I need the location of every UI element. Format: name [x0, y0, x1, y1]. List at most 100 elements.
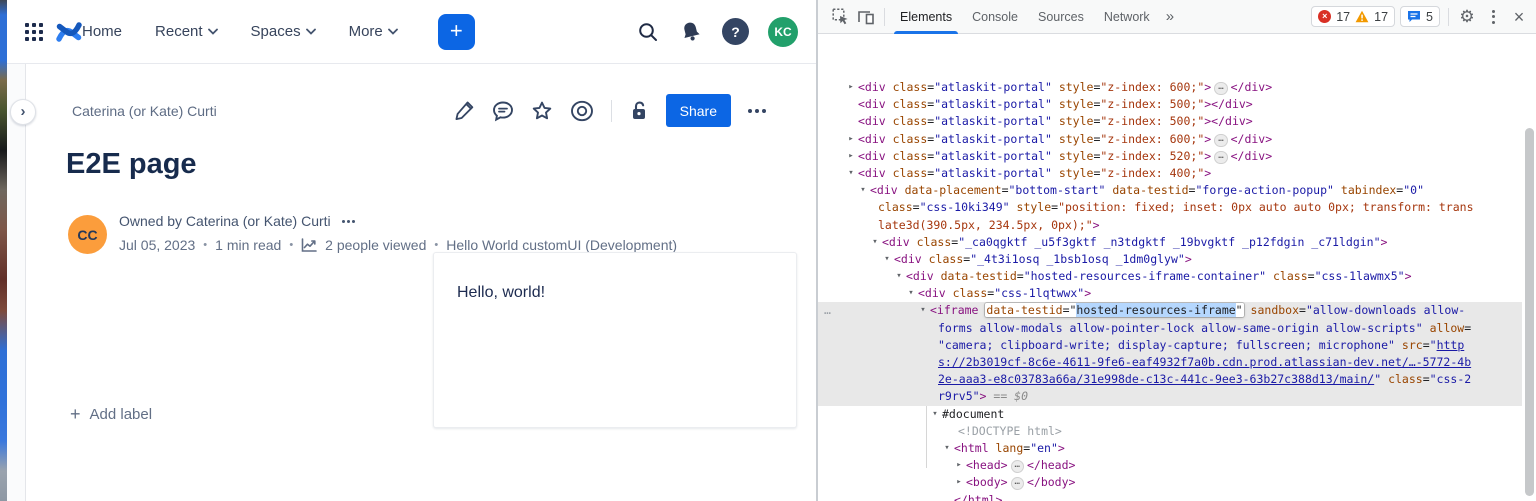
messages-badge[interactable]: 5: [1400, 6, 1440, 27]
collapse-arrow-icon[interactable]: ▾: [929, 406, 941, 423]
devtools-tree-line[interactable]: ▾ <div class="css-1lqtwwx">: [818, 285, 1522, 302]
comment-button[interactable]: [491, 99, 515, 123]
devtools-tree-line[interactable]: ▾ <div data-placement="bottom-start" data…: [818, 182, 1522, 199]
meta-date: Jul 05, 2023: [119, 237, 196, 253]
devtools-tree-line[interactable]: ▸ <div class="atlaskit-portal" style="z-i…: [818, 131, 1522, 148]
tab-network[interactable]: Network: [1094, 0, 1160, 34]
collapse-arrow-icon[interactable]: ▾: [857, 182, 869, 199]
owner-avatar[interactable]: CC: [68, 215, 107, 254]
question-mark-icon: ?: [722, 18, 749, 45]
devtools-tree-line[interactable]: </html>: [818, 492, 1522, 501]
plus-icon: +: [449, 17, 463, 43]
nav-item-spaces[interactable]: Spaces: [251, 23, 316, 40]
issues-badge[interactable]: × 17 17: [1311, 6, 1396, 27]
search-button[interactable]: [636, 20, 660, 44]
share-button[interactable]: Share: [665, 94, 731, 127]
nav-item-more[interactable]: More: [349, 23, 398, 40]
devtools-tree-line[interactable]: ▾ <html lang="en">: [818, 440, 1522, 457]
devtools-tree-line[interactable]: ▾ #document: [818, 406, 1522, 423]
expand-arrow-icon[interactable]: ▸: [845, 79, 857, 96]
device-toolbar-icon: [858, 10, 874, 24]
nav-item-recent[interactable]: Recent: [155, 23, 218, 40]
devtools-tree-line[interactable]: ▾ <div class="_ca0qgktf _u5f3gktf _n3tdgk…: [818, 234, 1522, 251]
device-toolbar-button[interactable]: [853, 4, 879, 30]
collapse-arrow-icon[interactable]: ▾: [845, 165, 857, 182]
nav-item-home[interactable]: Home: [82, 23, 122, 40]
watch-button[interactable]: [569, 99, 595, 123]
wallpaper-strip: [0, 0, 7, 501]
devtools-tree-line[interactable]: ▾ <div class="_4t3i1osq _1bsb1osq _1dm0gl…: [818, 251, 1522, 268]
more-actions-button[interactable]: [744, 103, 770, 119]
collapse-arrow-icon[interactable]: ▾: [881, 251, 893, 268]
devtools-tree-line[interactable]: <!DOCTYPE html>: [818, 423, 1522, 440]
close-icon: ×: [1513, 6, 1525, 27]
devtools-tree-line[interactable]: ▾ <div class="atlaskit-portal" style="z-i…: [818, 165, 1522, 182]
devtools-tree-line[interactable]: ▾ <div data-testid="hosted-resources-ifra…: [818, 268, 1522, 285]
devtools-tree-line[interactable]: <div class="atlaskit-portal" style="z-in…: [818, 96, 1522, 113]
tab-console[interactable]: Console: [962, 0, 1028, 34]
devtools-tabs: Elements Console Sources Network »: [890, 0, 1178, 34]
expand-arrow-icon[interactable]: ▸: [953, 457, 965, 474]
gear-icon: ⚙: [1459, 6, 1475, 26]
page-title: E2E page: [66, 148, 197, 180]
devtools-tree-line[interactable]: ▸ <div class="atlaskit-portal" style="z-i…: [818, 148, 1522, 165]
collapse-arrow-icon[interactable]: ▾: [869, 234, 881, 251]
devtools-tree-line[interactable]: <div class="atlaskit-portal" style="z-in…: [818, 113, 1522, 130]
tab-elements[interactable]: Elements: [890, 0, 962, 34]
macro-body-text: Hello, world!: [457, 284, 546, 301]
devtools-tree-line[interactable]: s://2b3019cf-8c6e-4611-9fe6-eaf4932f7a0b…: [818, 354, 1522, 372]
devtools-menu-button[interactable]: [1480, 4, 1506, 30]
settings-button[interactable]: ⚙: [1454, 4, 1480, 30]
devtools-tree-line[interactable]: late3d(390.5px, 234.5px, 0px);">: [818, 217, 1522, 234]
expand-sidebar-button[interactable]: ›: [10, 99, 36, 125]
owner-row: Owned by Caterina (or Kate) Curti: [119, 213, 357, 229]
breadcrumb[interactable]: Caterina (or Kate) Curti: [72, 103, 217, 119]
divider: [610, 99, 612, 122]
confluence-window: › Home Recent Spaces More + ? KC Caterin…: [0, 0, 816, 501]
inspect-element-button[interactable]: [827, 4, 853, 30]
devtools-tree-line[interactable]: ▸ <div class="atlaskit-portal" style="z-i…: [818, 79, 1522, 96]
notifications-button[interactable]: [679, 20, 703, 44]
screen: › Home Recent Spaces More + ? KC Caterin…: [0, 0, 1536, 501]
collapse-arrow-icon[interactable]: ▾: [905, 285, 917, 302]
help-button[interactable]: ?: [722, 18, 749, 45]
owner-more-button[interactable]: [340, 216, 357, 227]
collapse-arrow-icon[interactable]: ▾: [917, 302, 929, 319]
restrictions-button[interactable]: [627, 99, 651, 123]
bell-icon: [684, 22, 700, 41]
edit-button[interactable]: [453, 99, 476, 122]
more-tabs-button[interactable]: »: [1160, 0, 1178, 34]
collapse-arrow-icon[interactable]: ▾: [941, 440, 953, 457]
divider: [1448, 7, 1449, 26]
devtools-tree-line[interactable]: r9rv5"> == $0: [818, 388, 1522, 406]
expand-arrow-icon[interactable]: ▸: [845, 131, 857, 148]
meta-separator: •: [289, 239, 294, 251]
meta-app-name: Hello World customUI (Development): [446, 237, 678, 253]
devtools-tree-line[interactable]: ▸ <body>… </body>: [818, 474, 1522, 491]
confluence-logo-icon[interactable]: [56, 20, 82, 44]
devtools-tree-line[interactable]: … ▾ <iframe data-testid="hosted-resources-…: [818, 302, 1522, 320]
elements-tree: ▸ <div class="atlaskit-portal" style="z-i…: [818, 34, 1522, 501]
create-button[interactable]: +: [437, 13, 475, 50]
meta-people-viewed[interactable]: 2 people viewed: [325, 237, 426, 253]
app-switcher-icon[interactable]: [25, 22, 43, 41]
close-devtools-button[interactable]: ×: [1506, 4, 1532, 30]
devtools-tree-line[interactable]: "camera; clipboard-write; display-captur…: [818, 336, 1522, 354]
devtools-tree-line[interactable]: forms allow-modals allow-pointer-lock al…: [818, 319, 1522, 337]
expand-arrow-icon[interactable]: ▸: [953, 474, 965, 491]
add-label-button[interactable]: + Add label: [70, 405, 152, 423]
meta-separator: •: [203, 239, 208, 251]
tab-sources[interactable]: Sources: [1028, 0, 1094, 34]
profile-button[interactable]: KC: [768, 16, 798, 47]
devtools-tree-line[interactable]: ▸ <head>… </head>: [818, 457, 1522, 474]
plus-icon: +: [70, 404, 81, 424]
favorite-button[interactable]: [530, 99, 554, 123]
expand-arrow-icon[interactable]: ▸: [845, 148, 857, 165]
collapse-arrow-icon[interactable]: ▾: [893, 268, 905, 285]
devtools-tree-line[interactable]: 2e-aaa3-e8c03783a66a/31e998de-c13c-441c-…: [818, 371, 1522, 389]
owner-text[interactable]: Owned by Caterina (or Kate) Curti: [119, 213, 331, 229]
search-icon: [639, 22, 657, 41]
row-overflow-dots[interactable]: …: [824, 302, 832, 319]
devtools-scrollbar-thumb[interactable]: [1525, 128, 1534, 496]
devtools-tree-line[interactable]: class="css-10ki349" style="position: fix…: [818, 199, 1522, 216]
